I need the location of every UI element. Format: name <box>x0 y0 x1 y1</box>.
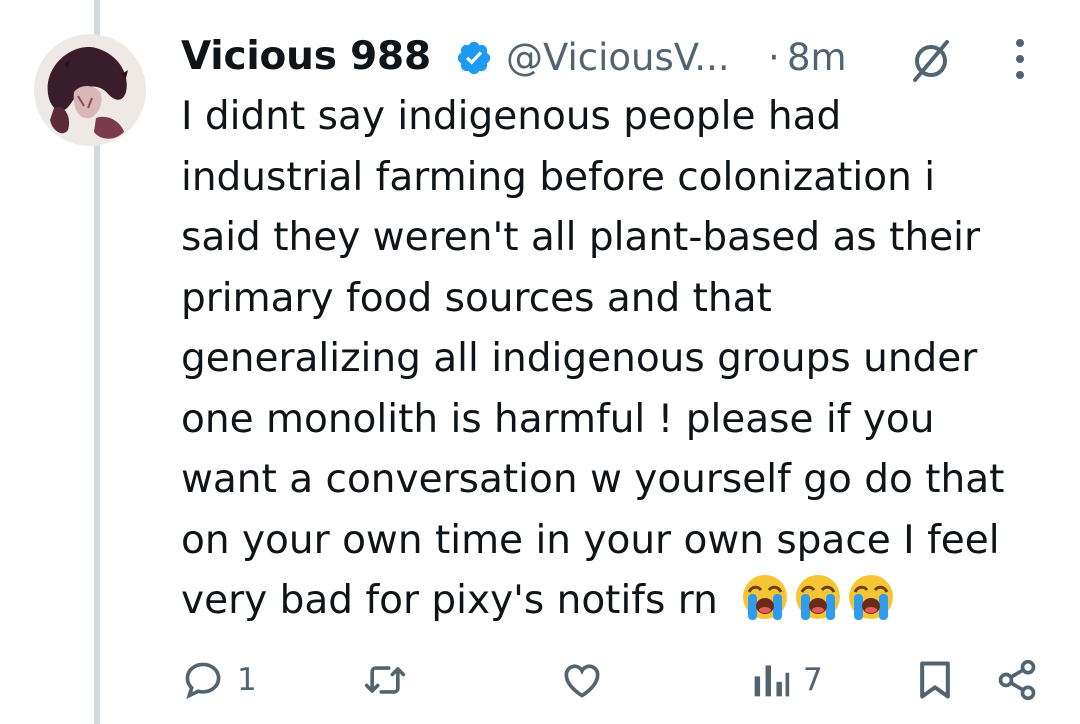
tweet-text-line: industrial farming before colonization i <box>181 154 936 200</box>
more-icon[interactable] <box>1011 36 1029 82</box>
views-icon <box>754 665 790 697</box>
tweet-text-line: said they weren't all plant-based as the… <box>181 215 981 260</box>
avatar[interactable] <box>34 34 146 146</box>
tweet-text-line: generalizing all indigenous groups under <box>181 336 978 381</box>
tweet-text-line: very bad for pixy's notifs rn <box>181 578 718 623</box>
repost-icon <box>364 666 406 694</box>
like-icon <box>564 664 600 698</box>
views-count: 7 <box>803 662 823 698</box>
tweet-text-line: one monolith is harmful ! please if you <box>181 396 935 442</box>
tweet-text-line: I didnt say indigenous people had <box>181 94 842 139</box>
tweet-text-line: want a conversation w yourself go do tha… <box>181 457 1005 502</box>
loudly-crying-face-icon <box>743 575 787 620</box>
emoji-group <box>740 572 896 624</box>
grok-icon[interactable] <box>906 36 956 86</box>
verified-badge-icon <box>457 41 491 75</box>
bookmark-button[interactable] <box>915 652 955 708</box>
loudly-crying-face-icon <box>796 575 840 620</box>
share-button[interactable] <box>995 652 1039 708</box>
tweet-text: I didnt say indigenous people had industr… <box>181 87 1061 632</box>
bookmark-icon <box>920 661 950 699</box>
loudly-crying-face-icon <box>849 575 893 620</box>
reply-count: 1 <box>237 662 257 698</box>
author-handle[interactable]: @ViciousV... <box>506 36 730 79</box>
separator-dot: · <box>768 36 780 79</box>
timestamp[interactable]: 8m <box>787 36 847 79</box>
tweet-header: Vicious 988 @ViciousV... · 8m <box>181 28 1061 88</box>
share-icon <box>998 659 1036 701</box>
like-button[interactable] <box>559 652 617 708</box>
repost-button[interactable] <box>361 652 421 708</box>
author-name[interactable]: Vicious 988 <box>181 34 431 79</box>
tweet-text-line: primary food sources and that <box>181 275 772 321</box>
action-bar: 1 7 <box>181 652 1061 712</box>
views-button[interactable]: 7 <box>751 652 823 708</box>
reply-button[interactable]: 1 <box>181 652 257 708</box>
reply-icon <box>185 662 221 700</box>
tweet-text-line: on your own time in your own space I fee… <box>181 517 1000 563</box>
